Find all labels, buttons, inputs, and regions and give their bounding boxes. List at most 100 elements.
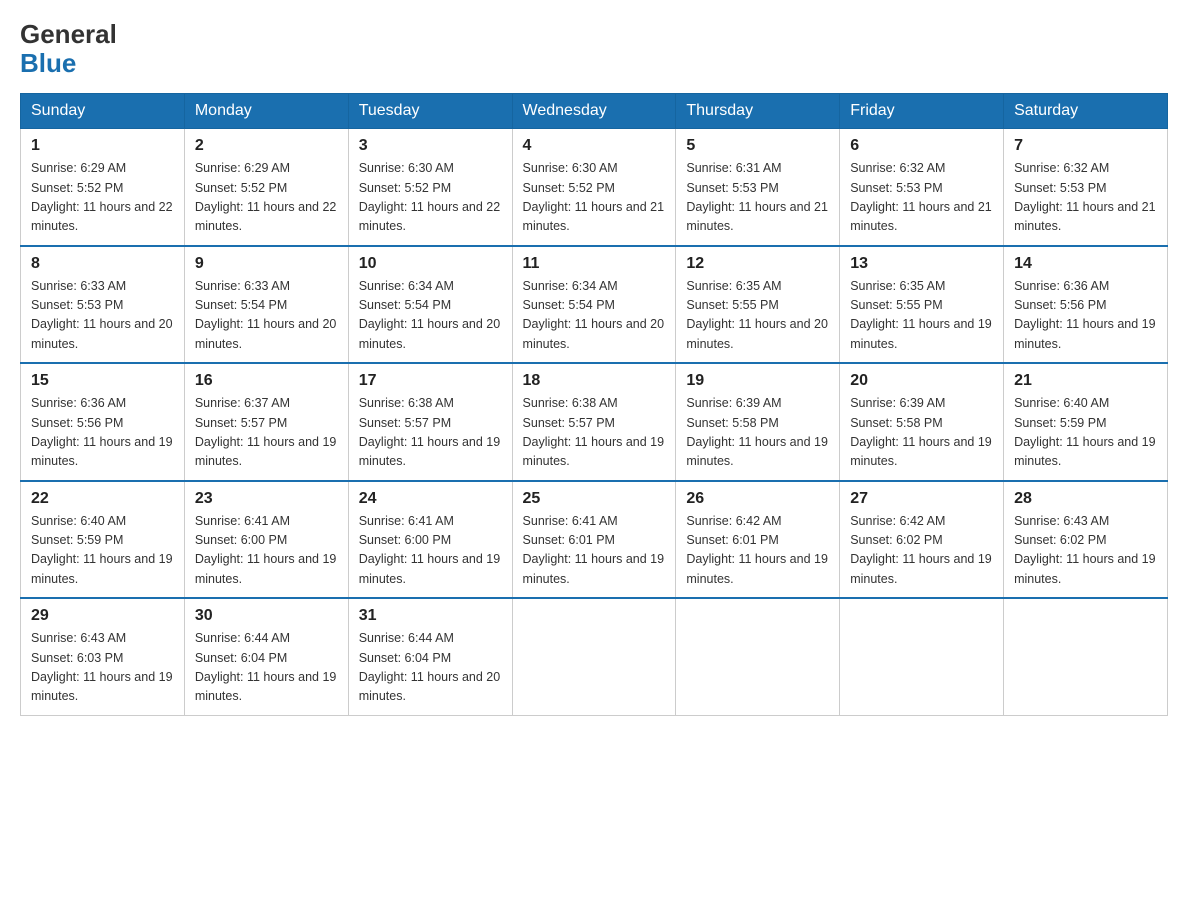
- day-number: 2: [195, 137, 338, 155]
- day-number: 26: [686, 490, 829, 508]
- day-info: Sunrise: 6:31 AMSunset: 5:53 PMDaylight:…: [686, 159, 829, 237]
- day-info: Sunrise: 6:42 AMSunset: 6:02 PMDaylight:…: [850, 512, 993, 590]
- calendar-table: SundayMondayTuesdayWednesdayThursdayFrid…: [20, 93, 1168, 716]
- weekday-header-friday: Friday: [840, 94, 1004, 129]
- day-info: Sunrise: 6:41 AMSunset: 6:00 PMDaylight:…: [195, 512, 338, 590]
- calendar-cell: 2 Sunrise: 6:29 AMSunset: 5:52 PMDaylight…: [184, 129, 348, 246]
- day-number: 28: [1014, 490, 1157, 508]
- day-info: Sunrise: 6:36 AMSunset: 5:56 PMDaylight:…: [1014, 277, 1157, 355]
- calendar-cell: 25 Sunrise: 6:41 AMSunset: 6:01 PMDayligh…: [512, 481, 676, 599]
- day-number: 10: [359, 255, 502, 273]
- logo-blue-text: Blue: [20, 49, 117, 78]
- calendar-cell: [676, 598, 840, 715]
- calendar-cell: 13 Sunrise: 6:35 AMSunset: 5:55 PMDayligh…: [840, 246, 1004, 364]
- day-info: Sunrise: 6:38 AMSunset: 5:57 PMDaylight:…: [523, 394, 666, 472]
- day-number: 8: [31, 255, 174, 273]
- calendar-week-row: 15Sunrise: 6:36 AMSunset: 5:56 PMDayligh…: [21, 363, 1168, 481]
- calendar-cell: 29Sunrise: 6:43 AMSunset: 6:03 PMDayligh…: [21, 598, 185, 715]
- day-number: 11: [523, 255, 666, 273]
- weekday-header-row: SundayMondayTuesdayWednesdayThursdayFrid…: [21, 94, 1168, 129]
- calendar-week-row: 1 Sunrise: 6:29 AMSunset: 5:52 PMDaylight…: [21, 129, 1168, 246]
- day-info: Sunrise: 6:42 AMSunset: 6:01 PMDaylight:…: [686, 512, 829, 590]
- calendar-cell: 17 Sunrise: 6:38 AMSunset: 5:57 PMDayligh…: [348, 363, 512, 481]
- logo-general-text: General: [20, 20, 117, 49]
- weekday-header-wednesday: Wednesday: [512, 94, 676, 129]
- day-info: Sunrise: 6:44 AMSunset: 6:04 PMDaylight:…: [359, 629, 502, 707]
- day-info: Sunrise: 6:35 AMSunset: 5:55 PMDaylight:…: [850, 277, 993, 355]
- day-number: 24: [359, 490, 502, 508]
- day-info: Sunrise: 6:38 AMSunset: 5:57 PMDaylight:…: [359, 394, 502, 472]
- day-number: 12: [686, 255, 829, 273]
- day-number: 29: [31, 607, 174, 625]
- calendar-cell: 10 Sunrise: 6:34 AMSunset: 5:54 PMDayligh…: [348, 246, 512, 364]
- calendar-cell: 15Sunrise: 6:36 AMSunset: 5:56 PMDayligh…: [21, 363, 185, 481]
- calendar-cell: 19Sunrise: 6:39 AMSunset: 5:58 PMDayligh…: [676, 363, 840, 481]
- day-info: Sunrise: 6:34 AMSunset: 5:54 PMDaylight:…: [359, 277, 502, 355]
- day-info: Sunrise: 6:32 AMSunset: 5:53 PMDaylight:…: [850, 159, 993, 237]
- calendar-cell: [512, 598, 676, 715]
- day-number: 30: [195, 607, 338, 625]
- day-info: Sunrise: 6:30 AMSunset: 5:52 PMDaylight:…: [523, 159, 666, 237]
- day-number: 13: [850, 255, 993, 273]
- calendar-cell: 23 Sunrise: 6:41 AMSunset: 6:00 PMDayligh…: [184, 481, 348, 599]
- calendar-cell: 9 Sunrise: 6:33 AMSunset: 5:54 PMDaylight…: [184, 246, 348, 364]
- calendar-cell: 26 Sunrise: 6:42 AMSunset: 6:01 PMDayligh…: [676, 481, 840, 599]
- day-number: 20: [850, 372, 993, 390]
- day-number: 27: [850, 490, 993, 508]
- day-number: 14: [1014, 255, 1157, 273]
- day-number: 5: [686, 137, 829, 155]
- calendar-cell: [840, 598, 1004, 715]
- day-number: 9: [195, 255, 338, 273]
- day-info: Sunrise: 6:33 AMSunset: 5:54 PMDaylight:…: [195, 277, 338, 355]
- day-number: 1: [31, 137, 174, 155]
- day-info: Sunrise: 6:39 AMSunset: 5:58 PMDaylight:…: [850, 394, 993, 472]
- calendar-cell: 31 Sunrise: 6:44 AMSunset: 6:04 PMDayligh…: [348, 598, 512, 715]
- day-info: Sunrise: 6:35 AMSunset: 5:55 PMDaylight:…: [686, 277, 829, 355]
- day-info: Sunrise: 6:37 AMSunset: 5:57 PMDaylight:…: [195, 394, 338, 472]
- day-info: Sunrise: 6:33 AMSunset: 5:53 PMDaylight:…: [31, 277, 174, 355]
- weekday-header-saturday: Saturday: [1004, 94, 1168, 129]
- calendar-week-row: 22 Sunrise: 6:40 AMSunset: 5:59 PMDayligh…: [21, 481, 1168, 599]
- calendar-cell: 27 Sunrise: 6:42 AMSunset: 6:02 PMDayligh…: [840, 481, 1004, 599]
- calendar-cell: 30 Sunrise: 6:44 AMSunset: 6:04 PMDayligh…: [184, 598, 348, 715]
- calendar-cell: 28Sunrise: 6:43 AMSunset: 6:02 PMDayligh…: [1004, 481, 1168, 599]
- weekday-header-tuesday: Tuesday: [348, 94, 512, 129]
- day-number: 17: [359, 372, 502, 390]
- calendar-cell: 24 Sunrise: 6:41 AMSunset: 6:00 PMDayligh…: [348, 481, 512, 599]
- calendar-cell: 4 Sunrise: 6:30 AMSunset: 5:52 PMDaylight…: [512, 129, 676, 246]
- day-info: Sunrise: 6:40 AMSunset: 5:59 PMDaylight:…: [31, 512, 174, 590]
- calendar-cell: 3Sunrise: 6:30 AMSunset: 5:52 PMDaylight…: [348, 129, 512, 246]
- calendar-cell: [1004, 598, 1168, 715]
- calendar-cell: 5 Sunrise: 6:31 AMSunset: 5:53 PMDaylight…: [676, 129, 840, 246]
- day-info: Sunrise: 6:30 AMSunset: 5:52 PMDaylight:…: [359, 159, 502, 237]
- day-number: 23: [195, 490, 338, 508]
- day-number: 21: [1014, 372, 1157, 390]
- calendar-cell: 7 Sunrise: 6:32 AMSunset: 5:53 PMDaylight…: [1004, 129, 1168, 246]
- weekday-header-monday: Monday: [184, 94, 348, 129]
- logo: General Blue General Blue: [20, 20, 117, 77]
- day-info: Sunrise: 6:41 AMSunset: 6:01 PMDaylight:…: [523, 512, 666, 590]
- day-number: 31: [359, 607, 502, 625]
- weekday-header-thursday: Thursday: [676, 94, 840, 129]
- day-info: Sunrise: 6:39 AMSunset: 5:58 PMDaylight:…: [686, 394, 829, 472]
- calendar-cell: 22 Sunrise: 6:40 AMSunset: 5:59 PMDayligh…: [21, 481, 185, 599]
- day-number: 22: [31, 490, 174, 508]
- day-info: Sunrise: 6:41 AMSunset: 6:00 PMDaylight:…: [359, 512, 502, 590]
- calendar-week-row: 8 Sunrise: 6:33 AMSunset: 5:53 PMDaylight…: [21, 246, 1168, 364]
- day-info: Sunrise: 6:34 AMSunset: 5:54 PMDaylight:…: [523, 277, 666, 355]
- calendar-cell: 21Sunrise: 6:40 AMSunset: 5:59 PMDayligh…: [1004, 363, 1168, 481]
- day-number: 4: [523, 137, 666, 155]
- day-number: 25: [523, 490, 666, 508]
- calendar-cell: 11 Sunrise: 6:34 AMSunset: 5:54 PMDayligh…: [512, 246, 676, 364]
- calendar-cell: 20 Sunrise: 6:39 AMSunset: 5:58 PMDayligh…: [840, 363, 1004, 481]
- day-number: 15: [31, 372, 174, 390]
- day-number: 7: [1014, 137, 1157, 155]
- day-info: Sunrise: 6:29 AMSunset: 5:52 PMDaylight:…: [195, 159, 338, 237]
- calendar-cell: 6Sunrise: 6:32 AMSunset: 5:53 PMDaylight…: [840, 129, 1004, 246]
- calendar-cell: 1Sunrise: 6:29 AMSunset: 5:52 PMDaylight…: [21, 129, 185, 246]
- day-info: Sunrise: 6:32 AMSunset: 5:53 PMDaylight:…: [1014, 159, 1157, 237]
- calendar-cell: 12 Sunrise: 6:35 AMSunset: 5:55 PMDayligh…: [676, 246, 840, 364]
- calendar-cell: 14 Sunrise: 6:36 AMSunset: 5:56 PMDayligh…: [1004, 246, 1168, 364]
- day-info: Sunrise: 6:44 AMSunset: 6:04 PMDaylight:…: [195, 629, 338, 707]
- weekday-header-sunday: Sunday: [21, 94, 185, 129]
